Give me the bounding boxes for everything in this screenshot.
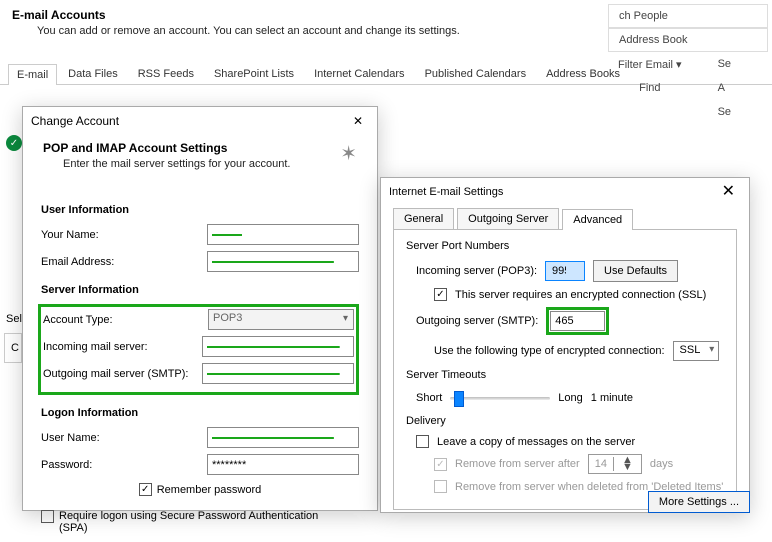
ssl-checkbox[interactable] [434, 288, 447, 301]
outgoing-port-input[interactable] [550, 311, 605, 331]
days-label: days [650, 458, 673, 470]
close-icon[interactable]: ✕ [347, 111, 369, 131]
your-name-input[interactable] [207, 224, 359, 245]
label-incoming-server: Incoming mail server: [43, 341, 196, 353]
bg-ribbon-right: ch People Address Book Filter Email ▾ Fi… [608, 4, 768, 124]
password-input[interactable] [207, 454, 359, 475]
section-timeouts: Server Timeouts [406, 369, 724, 381]
close-icon[interactable]: ✕ [716, 180, 741, 204]
section-logon-info: Logon Information [41, 407, 359, 419]
label-outgoing-port: Outgoing server (SMTP): [416, 315, 538, 327]
default-account-check-icon: ✓ [6, 135, 22, 151]
change-account-dialog: Change Account ✕ POP and IMAP Account Se… [22, 106, 378, 511]
email-input[interactable] [207, 251, 359, 272]
remember-password-label: Remember password [157, 484, 262, 496]
section-user-info: User Information [41, 204, 359, 216]
username-input[interactable] [207, 427, 359, 448]
label-username: User Name: [41, 432, 201, 444]
filter-email-menu[interactable]: Filter Email ▾ [608, 52, 692, 76]
ribbon-fragment: Se [708, 52, 741, 76]
dialog-title: Change Account [31, 114, 119, 128]
search-people-input[interactable]: ch People [608, 4, 768, 28]
label-your-name: Your Name: [41, 229, 201, 241]
remember-password-checkbox[interactable] [139, 483, 152, 496]
spinner-value: 14 [589, 458, 613, 470]
remove-after-days-spinner: 14▲▼ [588, 454, 642, 474]
timeout-slider[interactable] [450, 389, 550, 407]
timeout-short-label: Short [416, 392, 442, 404]
bg-fragment: C [4, 333, 22, 363]
label-incoming-port: Incoming server (POP3): [416, 265, 537, 277]
encryption-label: Use the following type of encrypted conn… [434, 345, 665, 357]
tab-sharepoint[interactable]: SharePoint Lists [205, 63, 303, 84]
cursor-decoration-icon: ✶ [340, 141, 357, 170]
remove-after-label: Remove from server after [455, 458, 580, 470]
remove-deleted-checkbox [434, 480, 447, 493]
incoming-port-input[interactable] [545, 261, 585, 281]
timeout-value: 1 minute [591, 392, 633, 404]
tab-advanced[interactable]: Advanced [562, 209, 633, 230]
section-port-numbers: Server Port Numbers [406, 240, 724, 252]
label-outgoing-server: Outgoing mail server (SMTP): [43, 368, 196, 380]
leave-copy-label: Leave a copy of messages on the server [437, 436, 635, 448]
timeout-long-label: Long [558, 392, 582, 404]
ssl-label: This server requires an encrypted connec… [455, 289, 706, 301]
tab-outgoing-server[interactable]: Outgoing Server [457, 208, 559, 229]
tab-published-cal[interactable]: Published Calendars [416, 63, 536, 84]
section-delivery: Delivery [406, 415, 724, 427]
address-book-button[interactable]: Address Book [608, 28, 768, 52]
tab-email[interactable]: E-mail [8, 64, 57, 85]
tab-rss[interactable]: RSS Feeds [129, 63, 203, 84]
tab-internet-cal[interactable]: Internet Calendars [305, 63, 414, 84]
dialog-heading: POP and IMAP Account Settings [43, 141, 290, 155]
ribbon-fragment: A [708, 76, 741, 100]
dialog-title: Internet E-mail Settings [389, 186, 503, 198]
more-settings-button[interactable]: More Settings ... [648, 491, 750, 513]
internet-email-settings-dialog: Internet E-mail Settings ✕ General Outgo… [380, 177, 750, 513]
dialog-titlebar: Change Account ✕ [23, 107, 377, 135]
dialog-subheading: Enter the mail server settings for your … [43, 158, 290, 170]
section-server-info: Server Information [41, 284, 359, 296]
use-defaults-button[interactable]: Use Defaults [593, 260, 678, 282]
label-password: Password: [41, 459, 201, 471]
label-account-type: Account Type: [43, 314, 202, 326]
spa-label: Require logon using Secure Password Auth… [59, 510, 349, 534]
ribbon-fragment: Se [708, 100, 741, 124]
incoming-server-input[interactable] [202, 336, 354, 357]
find-group-label: Find [608, 76, 692, 100]
dialog-titlebar: Internet E-mail Settings ✕ [381, 178, 749, 206]
tab-data-files[interactable]: Data Files [59, 63, 127, 84]
leave-copy-checkbox[interactable] [416, 435, 429, 448]
tab-general[interactable]: General [393, 208, 454, 229]
label-email: Email Address: [41, 256, 201, 268]
account-type-dropdown: POP3 [208, 309, 354, 330]
encryption-dropdown[interactable]: SSL [673, 341, 720, 361]
remove-after-checkbox [434, 458, 447, 471]
outgoing-server-input[interactable] [202, 363, 354, 384]
